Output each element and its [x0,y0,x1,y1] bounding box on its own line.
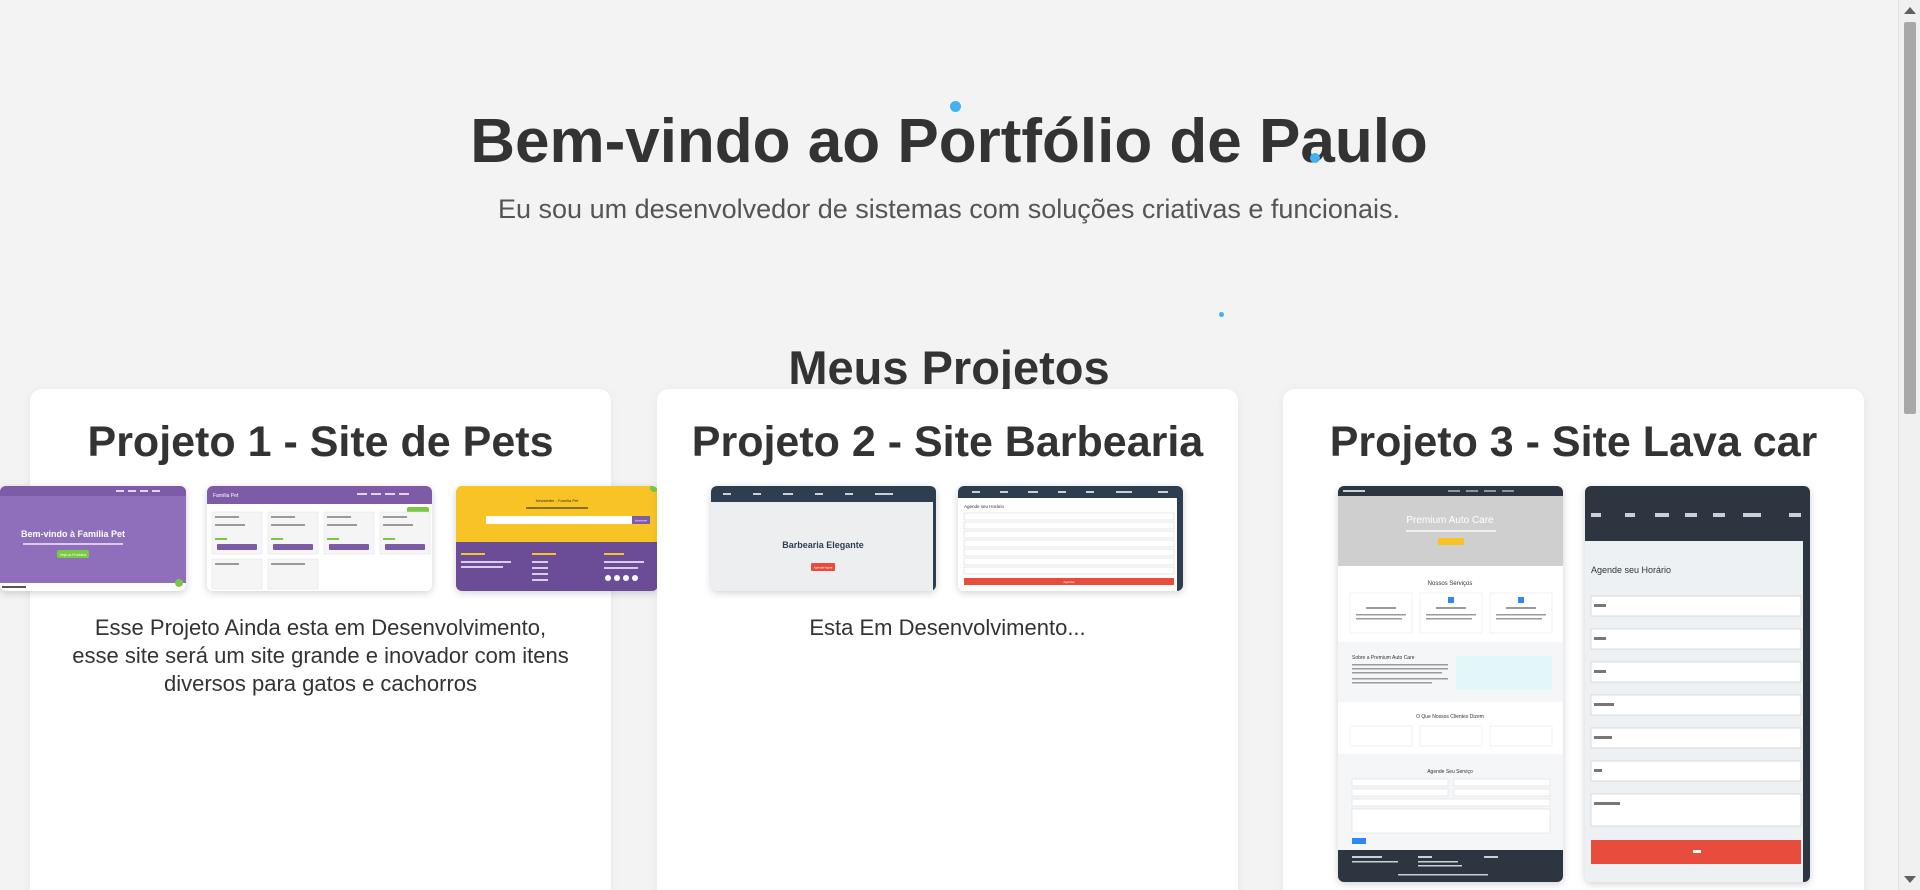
barber-hero-heading: Barbearia Elegante [782,540,864,550]
lavacar-services-heading: Nossos Serviços [1428,581,1473,587]
lavacar-site-form-preview: Agende seu Horário [1585,486,1810,882]
lavacar-form-heading: Agende seu Horário [1591,565,1671,575]
pet-banner-title: Newsletter - Família Pet [536,498,580,503]
pet-brand: Família Pet [213,493,239,499]
barber-site-home-preview: Barbearia Elegante Agendar Agora [711,486,936,591]
pet-banner-button: Inscrever [635,519,647,523]
project-screenshot[interactable]: Barbearia Elegante Agendar Agora [711,486,936,591]
page-title: Bem-vindo ao Portfólio de Paulo [470,107,1428,176]
pet-site-home-preview: Bem-vindo à Família Pet Veja os Produtos [0,486,186,591]
barber-form-button: Agendar [1063,580,1074,584]
projects-section-title: Meus Projetos [788,341,1110,394]
project-screenshot[interactable]: Premium Auto Care Nossos Serviços Sobre … [1338,486,1563,882]
pet-hero-button: Veja os Produtos [60,553,87,557]
page-subtitle: Eu sou um desenvolvedor de sistemas com … [498,194,1400,224]
project-description: Esta Em Desenvolvimento... [809,615,1086,640]
lavacar-testimonials-heading: O Que Nossos Clientes Dizem [1416,714,1484,720]
project-screenshot[interactable]: Newsletter - Família Pet Inscrever [456,486,658,591]
project-card-barbearia: Projeto 2 - Site Barbearia Esta Em Desen… [657,389,1238,890]
scroll-up-arrow-icon[interactable] [1904,7,1916,14]
project-screenshot[interactable]: Agende seu Horário [1585,486,1810,882]
project-title: Projeto 1 - Site de Pets [87,418,554,466]
pet-hero-heading: Bem-vindo à Família Pet [21,529,125,539]
project-screenshot[interactable]: Família Pet [207,486,432,591]
scrollbar-thumb[interactable] [1904,22,1916,414]
project-title: Projeto 3 - Site Lava car [1329,418,1818,466]
vertical-scrollbar[interactable] [1898,0,1920,890]
project-screenshot[interactable]: Bem-vindo à Família Pet Veja os Produtos [0,486,186,591]
pet-site-products-preview: Família Pet [207,486,432,591]
project-card-pets: Projeto 1 - Site de Pets Esse Projeto Ai… [30,389,611,890]
pet-site-newsletter-preview: Newsletter - Família Pet Inscrever [456,486,658,591]
barber-site-form-preview: Agende seu Horário Agendar [958,486,1183,591]
decorative-dot [1310,153,1320,163]
decorative-dot [950,101,961,112]
project-screenshot[interactable]: Agende seu Horário Agendar [958,486,1183,591]
portfolio-page: Bem-vindo ao Portfólio de Paulo Eu sou u… [0,0,1898,890]
decorative-dot [1219,312,1224,317]
lavacar-hero-heading: Premium Auto Care [1406,515,1494,526]
lavacar-about-heading: Sobre a Premium Auto Care [1352,655,1415,661]
scroll-down-arrow-icon[interactable] [1904,876,1916,883]
barber-hero-button: Agendar Agora [814,566,833,570]
project-description: Esse Projeto Ainda esta em Desenvolvimen… [72,615,569,696]
project-title: Projeto 2 - Site Barbearia [691,418,1204,466]
lavacar-schedule-heading: Agende Seu Serviço [1427,769,1473,775]
barber-form-heading: Agende seu Horário [964,504,1005,509]
lavacar-site-full-preview: Premium Auto Care Nossos Serviços Sobre … [1338,486,1563,882]
